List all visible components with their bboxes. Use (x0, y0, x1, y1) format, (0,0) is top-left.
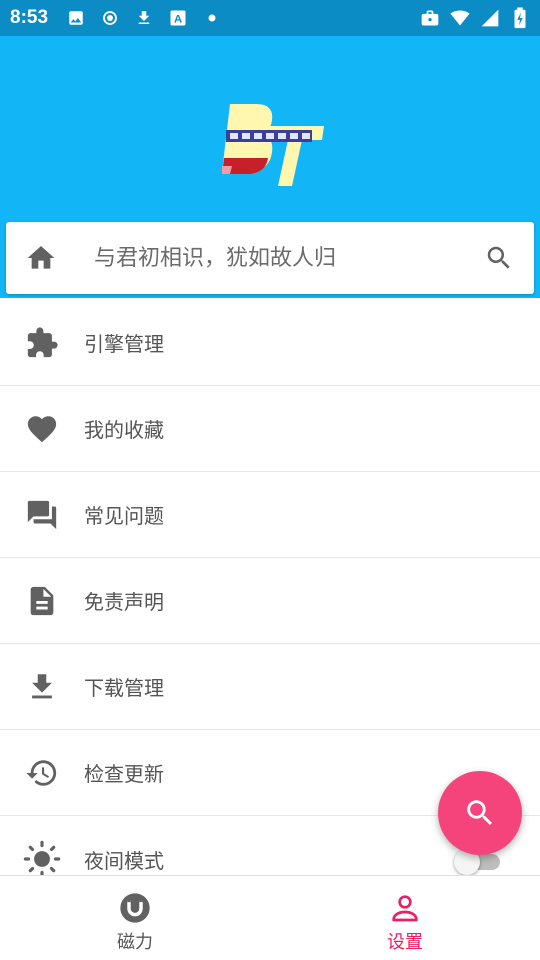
status-time: 8:53 (10, 7, 49, 28)
menu-item-label: 常见问题 (84, 504, 164, 528)
menu-item-faq[interactable]: 常见问题 (0, 472, 540, 558)
dot-icon (202, 8, 222, 28)
briefcase-icon (420, 8, 440, 28)
magnet-icon (120, 893, 150, 923)
menu-item-engine[interactable]: 引擎管理 (0, 300, 540, 386)
record-icon (100, 8, 120, 28)
bt-logo (222, 104, 324, 186)
tab-label: 磁力 (117, 932, 153, 953)
tab-label: 设置 (387, 932, 423, 953)
tab-magnet[interactable]: 磁力 (0, 876, 270, 960)
heart-icon (0, 386, 84, 472)
search-icon (487, 246, 510, 269)
history-icon (0, 730, 84, 816)
puzzle-icon (0, 300, 84, 386)
menu-item-label: 检查更新 (84, 762, 164, 786)
menu-item-label: 我的收藏 (84, 418, 164, 442)
document-icon (0, 558, 84, 644)
search-input[interactable] (76, 222, 464, 294)
wifi-icon (450, 8, 470, 28)
signal-icon (480, 8, 500, 28)
search-fab[interactable] (438, 771, 522, 855)
menu-item-downloads[interactable]: 下载管理 (0, 644, 540, 730)
home-button[interactable] (6, 222, 76, 294)
font-a-icon: A (168, 8, 188, 28)
status-bar: 8:53 A (0, 0, 540, 36)
menu-item-favorites[interactable]: 我的收藏 (0, 386, 540, 472)
image-icon (66, 8, 86, 28)
person-icon (392, 895, 418, 922)
menu-item-disclaimer[interactable]: 免责声明 (0, 558, 540, 644)
menu-item-label: 夜间模式 (84, 848, 164, 873)
tab-settings[interactable]: 设置 (270, 876, 540, 960)
search-button[interactable] (464, 222, 534, 294)
home-icon (27, 246, 55, 269)
svg-text:A: A (174, 14, 182, 26)
menu-item-label: 下载管理 (84, 676, 164, 700)
search-bar (6, 222, 534, 294)
download-icon (134, 8, 154, 28)
forum-icon (0, 472, 84, 558)
battery-charging-icon (510, 7, 530, 29)
search-icon (467, 800, 493, 826)
menu-item-label: 免责声明 (84, 590, 164, 614)
menu-item-label: 引擎管理 (84, 332, 164, 356)
download-icon (0, 644, 84, 730)
bottom-nav: 磁力 设置 (0, 875, 540, 960)
